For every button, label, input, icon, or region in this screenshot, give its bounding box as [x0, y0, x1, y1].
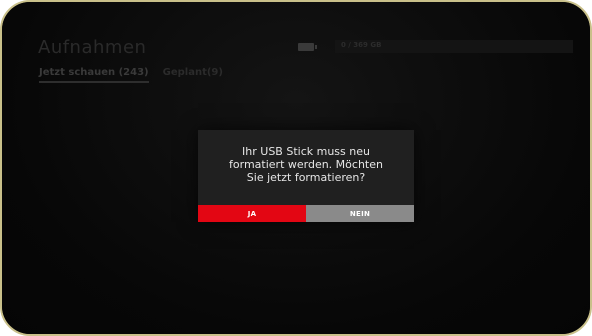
tab-geplant[interactable]: Geplant(9) — [163, 67, 223, 83]
dialog-buttons: JA NEIN — [198, 205, 414, 222]
no-button[interactable]: NEIN — [306, 205, 414, 222]
page-title: Aufnahmen — [38, 37, 147, 58]
tv-screen: Aufnahmen Jetzt schauen (243) Geplant(9)… — [0, 0, 592, 336]
storage-text: 0 / 369 GB — [341, 41, 382, 49]
battery-icon — [298, 43, 317, 51]
tab-bar: Jetzt schauen (243) Geplant(9) — [39, 67, 223, 83]
format-dialog: Ihr USB Stick muss neu formatiert werden… — [198, 130, 414, 222]
tab-jetzt-schauen[interactable]: Jetzt schauen (243) — [39, 67, 149, 83]
dialog-message: Ihr USB Stick muss neu formatiert werden… — [229, 145, 383, 184]
storage-bar: 0 / 369 GB — [335, 40, 573, 53]
yes-button[interactable]: JA — [198, 205, 306, 222]
